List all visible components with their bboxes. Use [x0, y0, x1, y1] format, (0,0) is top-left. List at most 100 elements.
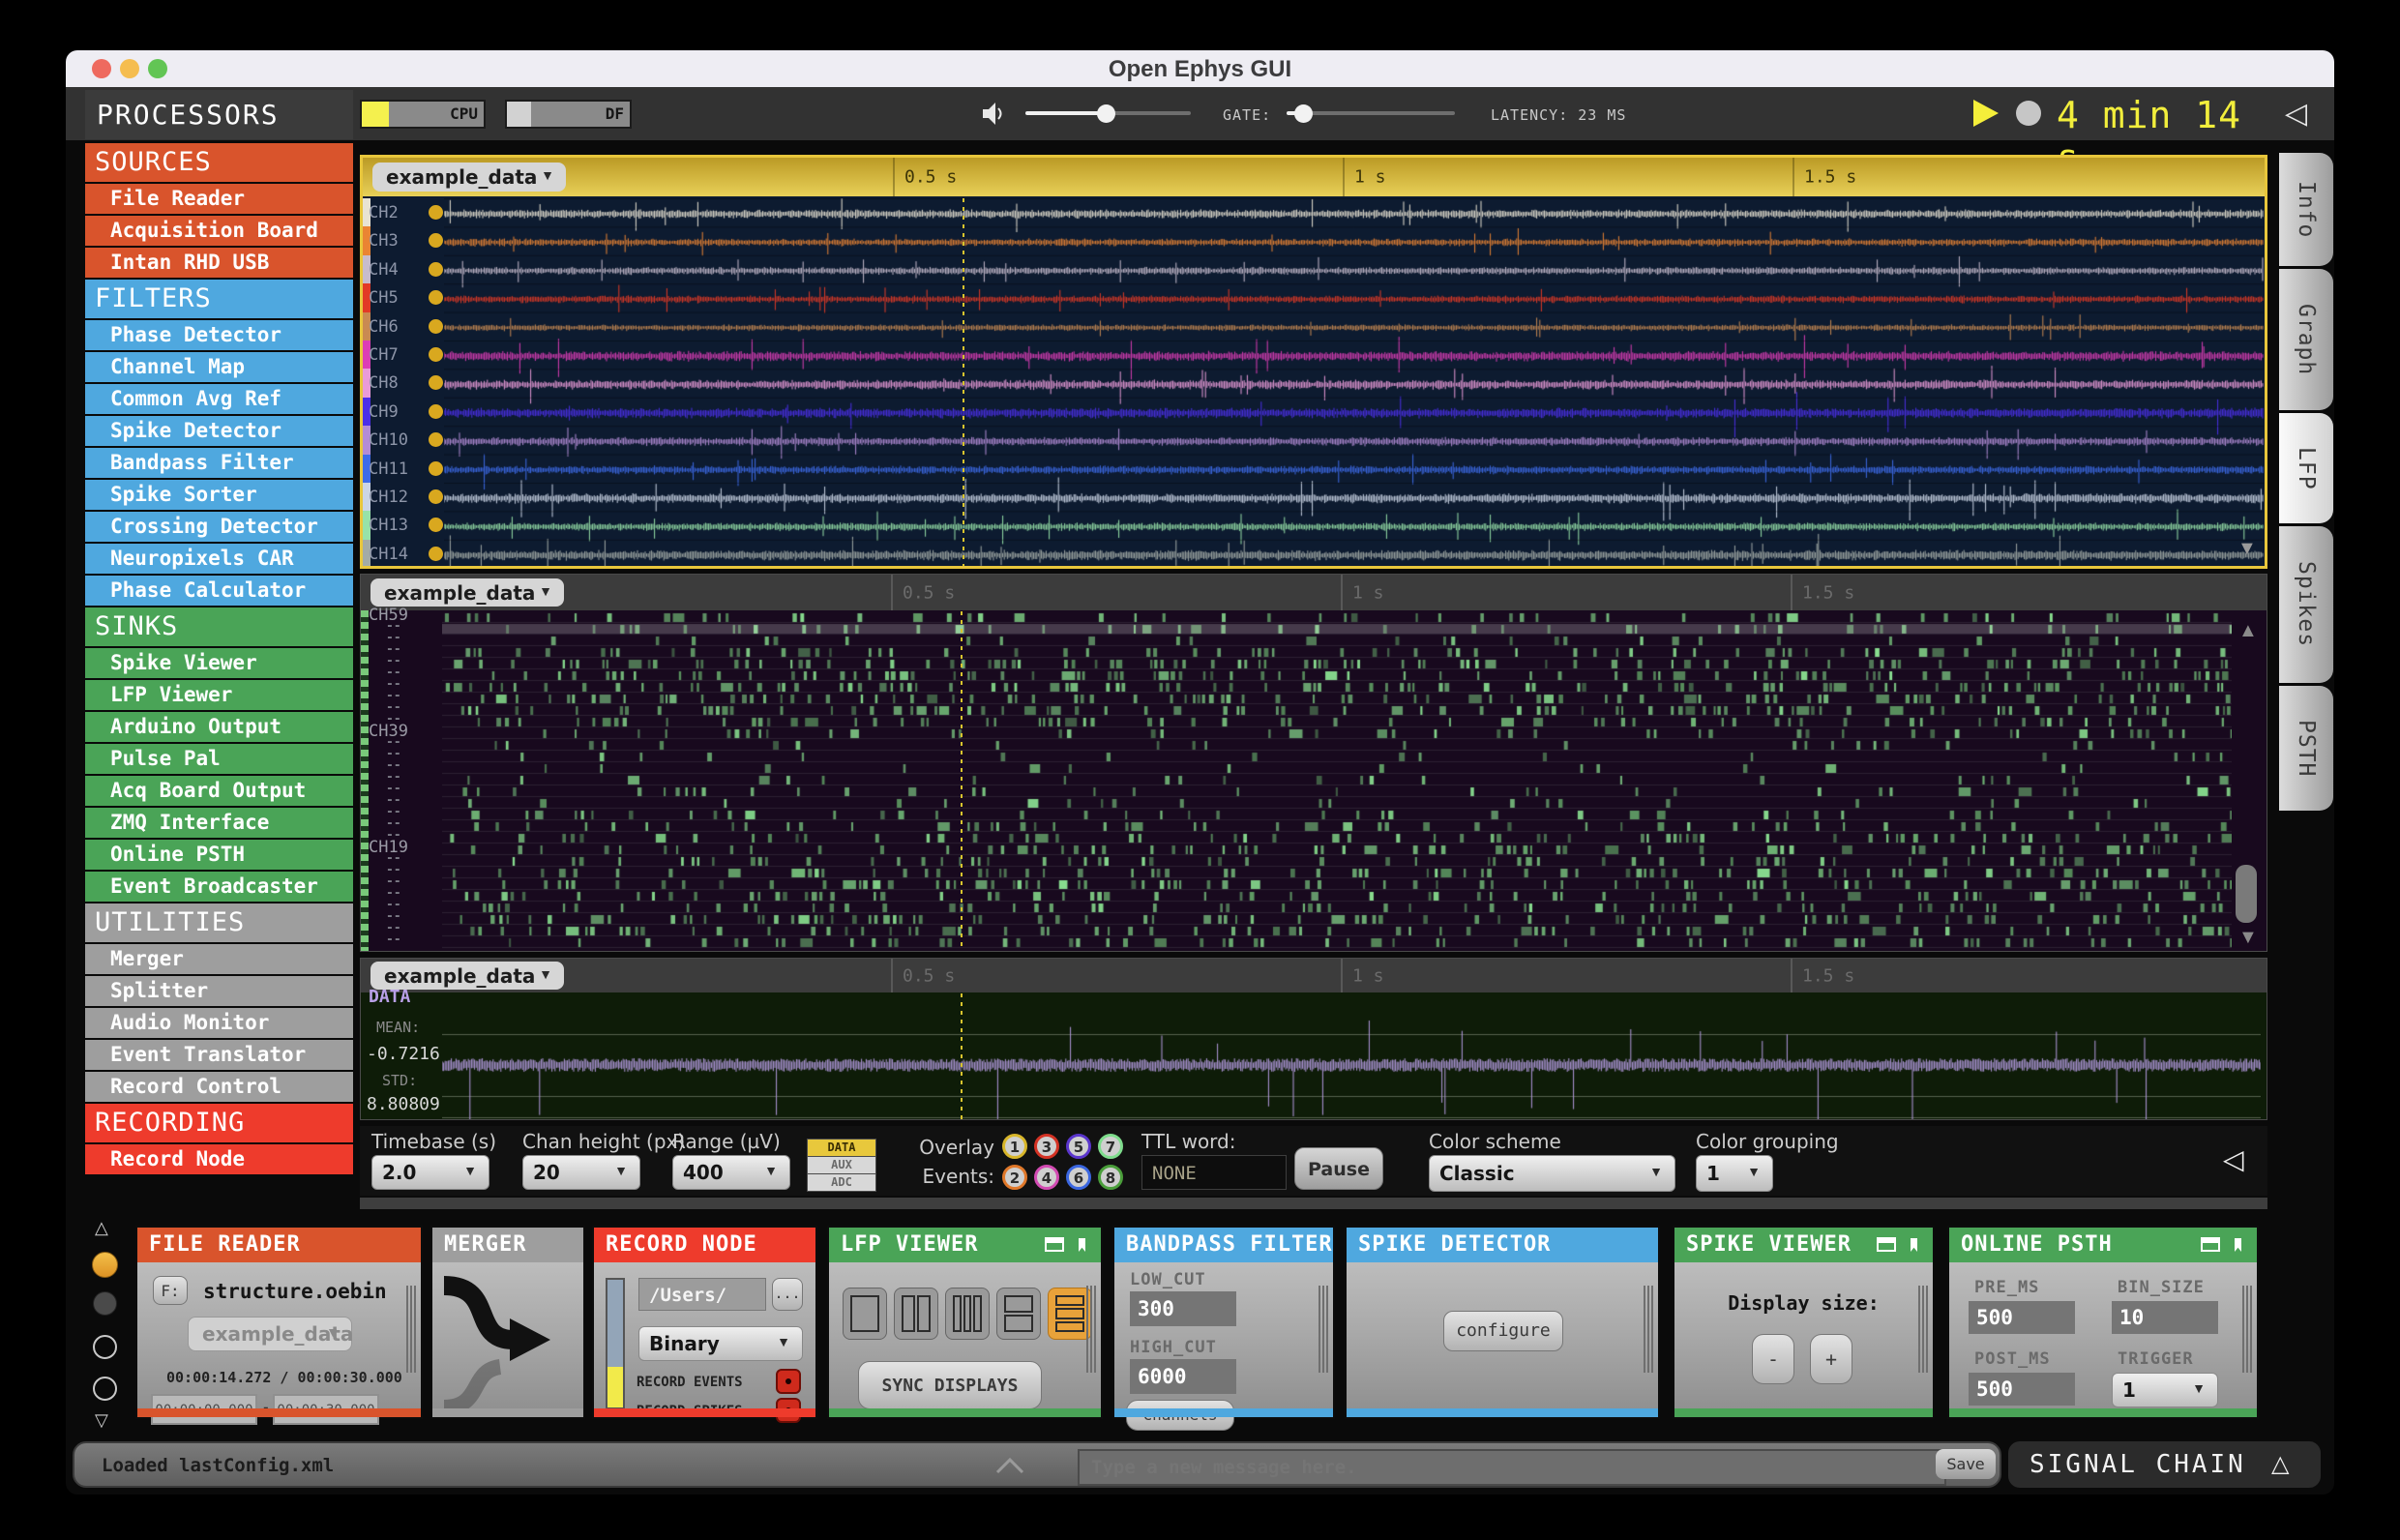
sidebar-item-event-translator[interactable]: Event Translator	[85, 1040, 353, 1070]
file-stream-dropdown[interactable]: example_data ▼	[188, 1317, 353, 1351]
module-file-reader[interactable]: FILE READER F: structure.oebin example_d…	[135, 1226, 423, 1425]
channel-enable-dot[interactable]	[429, 432, 443, 448]
module-record-node[interactable]: RECORD NODE /Users/ ... Binary ▼ RECORD …	[592, 1226, 817, 1423]
tab-psth[interactable]: PSTH	[2279, 686, 2333, 811]
color-scheme-dropdown[interactable]: Classic ▼	[1429, 1155, 1675, 1192]
file-select-button[interactable]: F:	[153, 1276, 188, 1305]
record-path-field[interactable]: /Users/	[638, 1278, 766, 1311]
module-spike-detector[interactable]: SPIKE DETECTOR configure	[1345, 1226, 1660, 1419]
sidebar-item-crossing-detector[interactable]: Crossing Detector	[85, 512, 353, 542]
module-merger[interactable]: MERGER	[430, 1226, 585, 1419]
bin-size-field[interactable]: 10	[2112, 1301, 2218, 1334]
lfp-traces-canvas[interactable]	[444, 198, 2264, 566]
sidebar-item-bandpass-filter[interactable]: Bandpass Filter	[85, 448, 353, 478]
sidebar-item-file-reader[interactable]: File Reader	[85, 184, 353, 214]
volume-slider-track-right[interactable]	[1106, 111, 1191, 115]
tab-info[interactable]: Info	[2279, 153, 2333, 266]
signal-chain-tab-empty[interactable]	[93, 1377, 117, 1401]
save-message-button[interactable]: Save	[1936, 1449, 1996, 1479]
chan-height-dropdown[interactable]: 20 ▼	[522, 1155, 640, 1190]
trigger-dropdown[interactable]: 1 ▼	[2112, 1373, 2218, 1407]
gate-slider-thumb[interactable]	[1294, 104, 1313, 123]
collapse-drawer-icon[interactable]: ◁	[2223, 1143, 2244, 1176]
sidebar-item-pulse-pal[interactable]: Pulse Pal	[85, 744, 353, 774]
signal-selector-aux[interactable]: AUX	[807, 1156, 876, 1174]
raster-canvas[interactable]	[442, 611, 2232, 951]
display-size-plus-button[interactable]: +	[1810, 1334, 1852, 1384]
overlay-event-button-6[interactable]: 6	[1066, 1165, 1091, 1190]
module-drag-handle[interactable]	[1644, 1286, 1653, 1373]
collapse-left-icon[interactable]: ◁	[2285, 97, 2307, 131]
overlay-event-button-1[interactable]: 1	[1002, 1134, 1027, 1159]
color-grouping-dropdown[interactable]: 1 ▼	[1696, 1155, 1773, 1192]
channel-enable-dot[interactable]	[429, 518, 443, 533]
module-drag-handle[interactable]	[2242, 1286, 2252, 1373]
sidebar-item-phase-detector[interactable]: Phase Detector	[85, 320, 353, 350]
sidebar-item-acq-board-output[interactable]: Acq Board Output	[85, 776, 353, 806]
layout-3col-button[interactable]	[945, 1288, 990, 1340]
sidebar-item-spike-sorter[interactable]: Spike Sorter	[85, 480, 353, 510]
layout-2col-button[interactable]	[894, 1288, 938, 1340]
module-bandpass-filter[interactable]: BANDPASS FILTER LOW_CUT 300 HIGH_CUT 600…	[1112, 1226, 1335, 1431]
open-window-icon[interactable]	[1045, 1237, 1064, 1252]
layout-1col-button[interactable]	[843, 1288, 887, 1340]
display-size-minus-button[interactable]: -	[1752, 1334, 1794, 1384]
channel-enable-dot[interactable]	[429, 546, 443, 561]
sidebar-item-record-node[interactable]: Record Node	[85, 1144, 353, 1174]
record-button[interactable]	[2016, 101, 2041, 126]
browse-path-button[interactable]: ...	[772, 1278, 803, 1311]
message-input[interactable]	[1078, 1449, 1946, 1486]
tab-spikes[interactable]: Spikes	[2279, 526, 2333, 683]
pre-ms-field[interactable]: 500	[1969, 1301, 2075, 1334]
channel-enable-dot[interactable]	[429, 347, 443, 362]
sidebar-item-online-psth[interactable]: Online PSTH	[85, 840, 353, 870]
signal-chain-up-icon[interactable]: △	[95, 1218, 108, 1238]
module-header[interactable]: SPIKE DETECTOR	[1347, 1228, 1658, 1262]
sidebar-item-common-avg-ref[interactable]: Common Avg Ref	[85, 384, 353, 414]
post-ms-field[interactable]: 500	[1969, 1373, 2075, 1406]
sidebar-item-merger[interactable]: Merger	[85, 944, 353, 974]
raster-stream-dropdown[interactable]: example_data ▼	[370, 578, 564, 607]
expand-signal-chain-icon[interactable]: △	[2271, 1450, 2289, 1478]
open-window-icon[interactable]	[2201, 1237, 2220, 1252]
sidebar-item-acquisition-board[interactable]: Acquisition Board	[85, 216, 353, 246]
overlay-event-button-7[interactable]: 7	[1098, 1134, 1123, 1159]
signal-selector-adc[interactable]: ADC	[807, 1173, 876, 1192]
scrollbar-thumb[interactable]	[2236, 865, 2257, 923]
sidebar-item-channel-map[interactable]: Channel Map	[85, 352, 353, 382]
pause-button[interactable]: Pause	[1294, 1147, 1383, 1190]
analog-trace-viewer[interactable]: 0.5 s 1 s 1.5 s example_data ▼ DATA MEAN…	[360, 958, 2267, 1120]
signal-chain-tab-a[interactable]	[92, 1252, 118, 1278]
module-header[interactable]: BANDPASS FILTER	[1114, 1228, 1333, 1262]
module-header[interactable]: RECORD NODE	[594, 1228, 815, 1262]
overlay-event-button-3[interactable]: 3	[1034, 1134, 1059, 1159]
module-header[interactable]: FILE READER	[137, 1228, 421, 1262]
signal-chain-down-icon[interactable]: ▽	[95, 1410, 108, 1431]
overlay-event-button-2[interactable]: 2	[1002, 1165, 1027, 1190]
signal-chain-tab-empty[interactable]	[93, 1335, 117, 1359]
tab-lfp[interactable]: LFP	[2279, 413, 2333, 523]
module-header[interactable]: MERGER	[432, 1228, 583, 1262]
sidebar-item-record-control[interactable]: Record Control	[85, 1072, 353, 1102]
scroll-up-icon[interactable]: ▲	[2238, 621, 2258, 640]
sidebar-item-spike-viewer[interactable]: Spike Viewer	[85, 648, 353, 678]
module-drag-handle[interactable]	[1086, 1286, 1096, 1373]
channel-enable-dot[interactable]	[429, 205, 443, 220]
channel-enable-dot[interactable]	[429, 290, 443, 306]
channel-enable-dot[interactable]	[429, 261, 443, 277]
range-dropdown[interactable]: 400 ▼	[672, 1155, 790, 1190]
open-window-icon[interactable]	[1877, 1237, 1896, 1252]
sidebar-item-phase-calculator[interactable]: Phase Calculator	[85, 576, 353, 606]
signal-selector-data[interactable]: DATA	[807, 1139, 876, 1157]
module-drag-handle[interactable]	[1918, 1286, 1928, 1373]
channel-enable-dot[interactable]	[429, 375, 443, 391]
configure-button[interactable]: configure	[1443, 1311, 1563, 1351]
overlay-event-button-5[interactable]: 5	[1066, 1134, 1091, 1159]
channel-enable-dot[interactable]	[429, 489, 443, 504]
channel-enable-dot[interactable]	[429, 403, 443, 419]
module-spike-viewer[interactable]: SPIKE VIEWER Display size: - +	[1673, 1226, 1935, 1419]
low-cut-field[interactable]: 300	[1130, 1291, 1236, 1326]
sync-displays-button[interactable]: SYNC DISPLAYS	[858, 1361, 1042, 1409]
sidebar-item-event-broadcaster[interactable]: Event Broadcaster	[85, 872, 353, 902]
tab-graph[interactable]: Graph	[2279, 269, 2333, 410]
